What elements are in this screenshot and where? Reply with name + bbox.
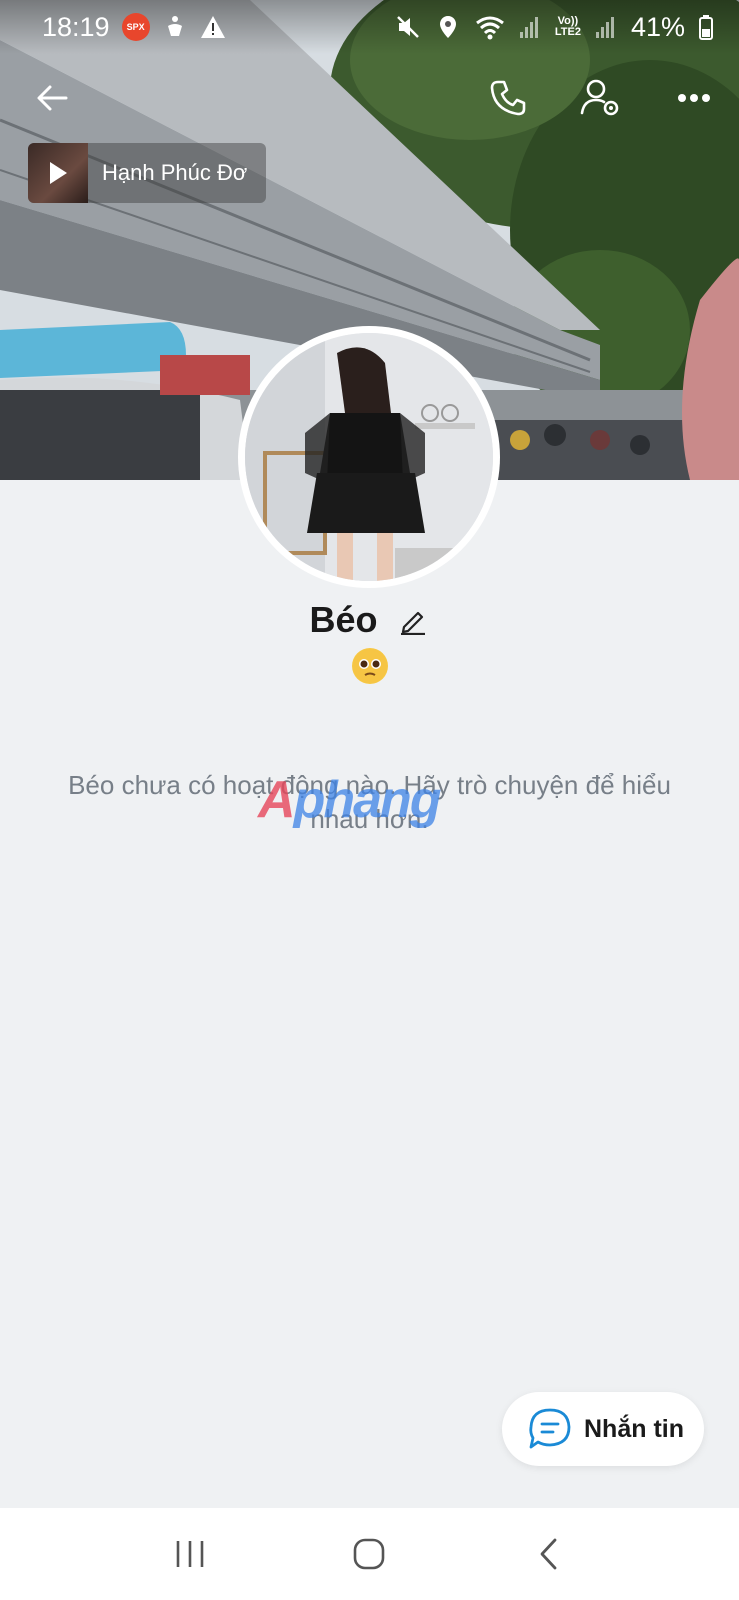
mute-icon <box>396 16 419 38</box>
profile-music-chip[interactable]: Hạnh Phúc Đơ <box>28 143 266 203</box>
send-message-button[interactable]: Nhắn tin <box>502 1392 704 1466</box>
recent-apps-button[interactable] <box>160 1524 220 1584</box>
music-thumbnail <box>28 143 88 203</box>
pleading-face-icon <box>352 648 388 684</box>
clock: 18:19 <box>42 11 110 42</box>
avatar[interactable] <box>238 326 500 588</box>
battery-icon <box>699 15 713 40</box>
empty-feed-message: Béo chưa có hoạt động nào. Hãy trò chuyệ… <box>68 770 671 834</box>
music-title: Hạnh Phúc Đơ <box>102 160 248 185</box>
play-icon <box>50 162 67 184</box>
home-icon <box>354 1538 385 1570</box>
back-button[interactable] <box>24 70 80 126</box>
avatar-scene <box>245 333 493 581</box>
avatar-photo <box>245 333 493 581</box>
phone-icon <box>490 80 526 116</box>
user-settings-icon <box>580 79 619 116</box>
profile-settings-button[interactable] <box>572 70 628 126</box>
name-row: Béo <box>0 592 739 648</box>
warning-icon <box>200 16 225 38</box>
home-button[interactable] <box>339 1524 399 1584</box>
chevron-left-icon <box>540 1538 557 1570</box>
battery-percent: 41% <box>630 11 685 42</box>
system-nav-bar <box>0 1508 739 1600</box>
wifi-icon <box>475 16 504 40</box>
recent-apps-icon <box>176 1541 204 1567</box>
lte-bottom-label: LTE2 <box>554 26 581 38</box>
accessibility-icon <box>167 16 182 36</box>
signal-icon-2 <box>595 17 614 38</box>
status-bar: 18:19 SPX Vo)) LTE2 41% <box>0 0 739 54</box>
system-back-button[interactable] <box>519 1524 579 1584</box>
edit-name-button[interactable] <box>396 603 430 637</box>
location-icon <box>439 16 456 38</box>
profile-name: Béo <box>309 599 378 640</box>
chat-bubble-icon <box>529 1408 571 1449</box>
more-dots-icon <box>678 94 710 102</box>
more-options-button[interactable] <box>666 70 722 126</box>
back-arrow-icon <box>37 85 68 111</box>
pencil-icon <box>400 611 425 635</box>
call-button[interactable] <box>480 70 536 126</box>
send-message-label: Nhắn tin <box>584 1414 684 1443</box>
lte-indicator: Vo)) LTE2 <box>555 16 581 38</box>
spx-notification-icon: SPX <box>121 13 150 41</box>
pleading-face-svg <box>353 649 387 683</box>
signal-icon <box>519 17 538 38</box>
